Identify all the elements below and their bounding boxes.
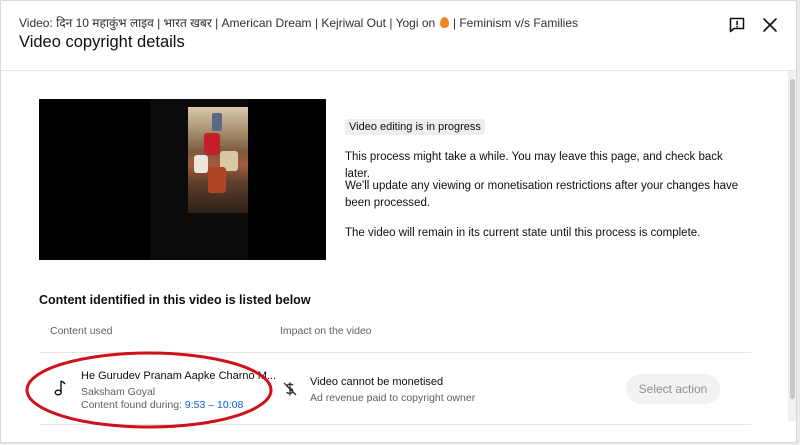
- column-header-content: Content used: [50, 325, 113, 337]
- row-divider: [39, 424, 751, 425]
- column-header-impact: Impact on the video: [280, 325, 372, 337]
- feedback-icon: [729, 17, 745, 33]
- status-text-2: We'll update any viewing or monetisation…: [345, 180, 739, 209]
- status-text-3: The video will remain in its current sta…: [345, 227, 701, 239]
- video-thumbnail: [39, 99, 326, 260]
- video-frame: [150, 99, 248, 260]
- video-preview-image: [188, 107, 248, 213]
- video-title-line: Video: दिन 10 महाकुंभ लाइव | भारत खबर | …: [19, 14, 578, 31]
- status-badge: Video editing is in progress: [345, 119, 485, 135]
- monetisation-off-icon: [283, 382, 297, 396]
- music-note-icon: [54, 380, 66, 396]
- select-action-button[interactable]: Select action: [626, 374, 720, 404]
- close-button[interactable]: [758, 13, 782, 37]
- video-title-prefix: Video: दिन 10 महाकुंभ लाइव | भारत खबर | …: [19, 16, 436, 30]
- dialog-title: Video copyright details: [19, 33, 185, 51]
- close-icon: [763, 18, 777, 32]
- scrollbar[interactable]: [788, 71, 796, 421]
- time-range-link[interactable]: 9:53 – 10:08: [185, 399, 243, 411]
- impact-detail: Ad revenue paid to copyright owner: [310, 392, 476, 404]
- section-title: Content identified in this video is list…: [39, 293, 311, 307]
- impact-status: Video cannot be monetised: [310, 376, 444, 388]
- content-found-during: Content found during: 9:53 – 10:08: [81, 399, 243, 411]
- feedback-button[interactable]: [725, 13, 749, 37]
- copyright-dialog: Video: दिन 10 महाकुंभ लाइव | भारत खबर | …: [0, 0, 797, 443]
- content-artist: Saksham Goyal: [81, 386, 156, 398]
- video-title-suffix: | Feminism v/s Families: [452, 16, 579, 30]
- dialog-header: Video: दिन 10 महाकुंभ लाइव | भारत खबर | …: [1, 1, 796, 71]
- content-title[interactable]: He Gurudev Pranam Aapke Charno M...: [81, 370, 276, 382]
- scrollbar-thumb[interactable]: [790, 79, 795, 399]
- found-label: Content found during:: [81, 399, 182, 411]
- table-divider: [39, 352, 751, 353]
- fire-emoji-icon: [439, 17, 449, 28]
